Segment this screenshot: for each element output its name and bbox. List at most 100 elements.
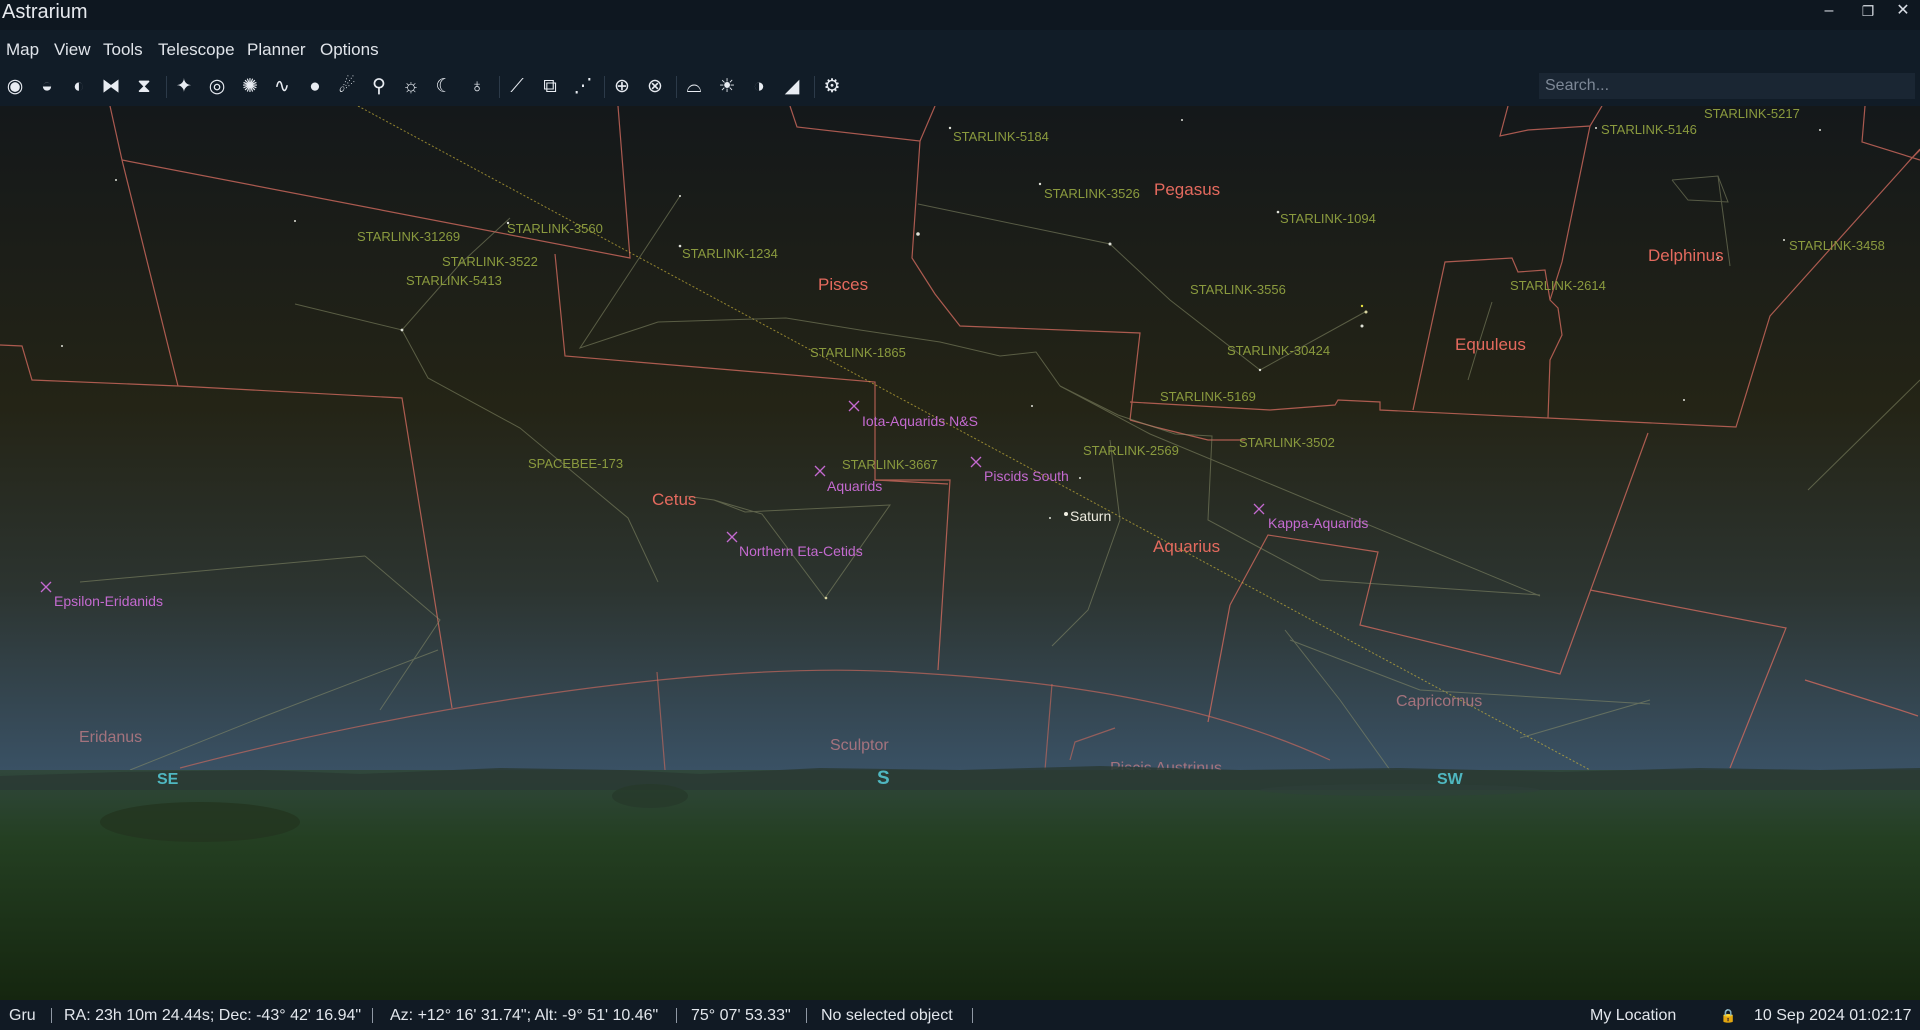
horizontal-grid-icon[interactable]: ⊗: [642, 74, 668, 100]
sun-icon[interactable]: ☼: [398, 74, 424, 100]
menu-bar: Map View Tools Telescope Planner Options: [0, 30, 1920, 68]
moon-icon[interactable]: ☾: [431, 74, 457, 100]
label-northern-eta-cetids: Northern Eta-Cetids: [739, 543, 863, 559]
label-delphinus: Delphinus: [1648, 246, 1724, 265]
location-name[interactable]: My Location: [1590, 1007, 1676, 1025]
daylight-icon[interactable]: ☀: [714, 74, 740, 100]
landscape-icon[interactable]: ◢: [779, 74, 805, 100]
sky-map[interactable]: Pegasus Pisces Delphinus Equuleus Cetus …: [0, 106, 1920, 1000]
label-starlink-5413: STARLINK-5413: [406, 273, 502, 288]
ra-dec-readout: RA: 23h 10m 24.44s; Dec: -43° 42' 16.94": [64, 1007, 362, 1024]
settings-icon[interactable]: ⚙: [819, 74, 845, 100]
lock-icon[interactable]: 🔒: [1720, 1008, 1736, 1024]
search-input[interactable]: [1539, 73, 1915, 99]
label-starlink-3458: STARLINK-3458: [1789, 238, 1885, 253]
label-starlink-5184: STARLINK-5184: [953, 129, 1049, 144]
label-starlink-31269: STARLINK-31269: [357, 229, 460, 244]
compass-se: SE: [157, 771, 179, 788]
label-starlink-1865: STARLINK-1865: [810, 345, 906, 360]
satellite-icon[interactable]: ⚲: [366, 74, 392, 100]
datetime-readout[interactable]: 10 Sep 2024 01:02:17: [1754, 1007, 1911, 1025]
menu-options[interactable]: Options: [320, 40, 379, 60]
constellation-lines-icon[interactable]: ⟋: [504, 74, 530, 100]
asteroid-icon[interactable]: ☄: [334, 74, 360, 100]
location-code: Gru: [9, 1007, 36, 1024]
ground: [0, 770, 1920, 1000]
label-starlink-5217: STARLINK-5217: [1704, 106, 1800, 121]
label-starlink-3560: STARLINK-3560: [507, 221, 603, 236]
label-eridanus: Eridanus: [79, 729, 142, 746]
label-starlink-2569: STARLINK-2569: [1083, 443, 1179, 458]
asterism-icon[interactable]: ⋰: [570, 74, 596, 100]
nebula-icon[interactable]: ∿: [269, 74, 295, 100]
label-kappa-aquarids: Kappa-Aquarids: [1268, 515, 1368, 531]
comet-icon[interactable]: ●: [302, 74, 328, 100]
label-starlink-3502: STARLINK-3502: [1239, 435, 1335, 450]
status-separator: [372, 1008, 373, 1023]
atmosphere-icon[interactable]: ◐: [66, 74, 92, 100]
status-separator: [806, 1008, 807, 1023]
restore-button[interactable]: ❐: [1853, 0, 1883, 24]
owl-icon[interactable]: ◉: [2, 74, 28, 100]
label-starlink-30424: STARLINK-30424: [1227, 343, 1330, 358]
label-starlink-1234: STARLINK-1234: [682, 246, 778, 261]
toolbar-separator: [814, 76, 815, 98]
label-starlink-1094: STARLINK-1094: [1280, 211, 1376, 226]
label-iota-aquarids: Iota-Aquarids N&S: [862, 413, 978, 429]
status-separator: [676, 1008, 677, 1023]
label-cetus: Cetus: [652, 490, 696, 509]
label-starlink-3522: STARLINK-3522: [442, 254, 538, 269]
toolbar-separator: [604, 76, 605, 98]
label-saturn: Saturn: [1070, 508, 1111, 524]
az-alt-readout: Az: +12° 16' 31.74"; Alt: -9° 51' 10.46": [390, 1007, 659, 1024]
menu-map[interactable]: Map: [6, 40, 39, 60]
sky-view[interactable]: Pegasus Pisces Delphinus Equuleus Cetus …: [0, 106, 1920, 1000]
label-spacebee-173: SPACEBEE-173: [528, 456, 623, 471]
label-starlink-5169: STARLINK-5169: [1160, 389, 1256, 404]
planet-icon[interactable]: ♁: [464, 74, 490, 100]
toolbar-separator: [166, 76, 167, 98]
label-pegasus: Pegasus: [1154, 180, 1220, 199]
label-starlink-3556: STARLINK-3556: [1190, 282, 1286, 297]
status-separator: [51, 1008, 52, 1023]
title-bar: Astrarium – ❐ ✕: [0, 0, 1920, 30]
tree-clump: [100, 802, 300, 842]
close-button[interactable]: ✕: [1888, 0, 1918, 24]
milky-way-icon[interactable]: ⌓: [681, 74, 707, 100]
star-cluster-icon[interactable]: ✺: [237, 74, 263, 100]
tree-clump: [612, 784, 688, 808]
app-title: Astrarium: [2, 1, 88, 23]
equatorial-grid-icon[interactable]: ⊕: [609, 74, 635, 100]
minimize-button[interactable]: –: [1814, 0, 1844, 24]
label-sculptor: Sculptor: [830, 737, 889, 754]
moon-phase-icon[interactable]: ◑: [746, 74, 772, 100]
label-epsilon-eridanids: Epsilon-Eridanids: [54, 593, 163, 609]
label-starlink-3526: STARLINK-3526: [1044, 186, 1140, 201]
galaxy-icon[interactable]: ◎: [204, 74, 230, 100]
stars-icon[interactable]: ✦: [171, 74, 197, 100]
toolbar-separator: [499, 76, 500, 98]
menu-telescope[interactable]: Telescope: [158, 40, 235, 60]
ground-icon[interactable]: ◒: [34, 74, 60, 100]
menu-planner[interactable]: Planner: [247, 40, 306, 60]
distant-field: [1260, 784, 1540, 796]
label-aquarids: Aquarids: [827, 478, 882, 494]
status-separator: [972, 1008, 973, 1023]
toolbar-separator: [676, 76, 677, 98]
label-aquarius: Aquarius: [1153, 537, 1220, 556]
compass-sw: SW: [1437, 771, 1464, 788]
mirror-flip-icon[interactable]: ⧓: [98, 74, 124, 100]
menu-view[interactable]: View: [54, 40, 91, 60]
label-starlink-5146: STARLINK-5146: [1601, 122, 1697, 137]
label-equuleus: Equuleus: [1455, 335, 1526, 354]
constellation-borders-icon[interactable]: ⧉: [537, 74, 563, 100]
label-starlink-2614: STARLINK-2614: [1510, 278, 1606, 293]
fov-readout: 75° 07' 53.33": [691, 1007, 791, 1024]
compass-s: S: [877, 768, 890, 789]
invert-icon[interactable]: ⧗: [131, 74, 157, 100]
label-piscids-south: Piscids South: [984, 468, 1069, 484]
status-bar: Gru RA: 23h 10m 24.44s; Dec: -43° 42' 16…: [0, 1000, 1920, 1030]
menu-tools[interactable]: Tools: [103, 40, 143, 60]
label-starlink-3667: STARLINK-3667: [842, 457, 938, 472]
label-capricornus: Capricornus: [1396, 693, 1482, 710]
